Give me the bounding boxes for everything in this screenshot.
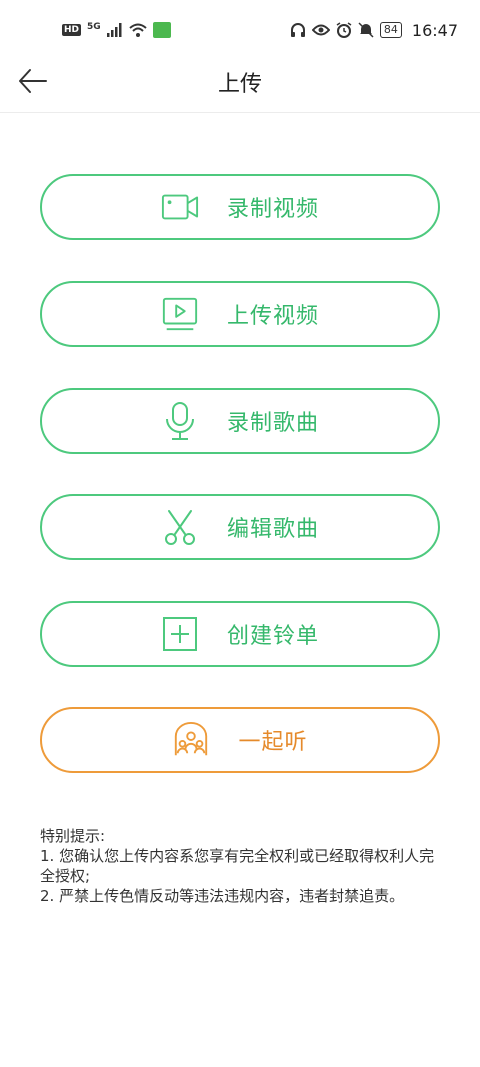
upload-notice: 特别提示: 1. 您确认您上传内容系您享有完全权利或已经取得权利人完全授权; 2…: [40, 826, 440, 906]
edit-song-label: 编辑歌曲: [226, 517, 319, 542]
hd-badge: HD: [62, 24, 82, 36]
edit-song-button[interactable]: 编辑歌曲: [40, 494, 440, 560]
headphones-icon: [290, 23, 305, 37]
page-title: 上传: [217, 72, 262, 97]
listen-together-icon: [172, 721, 210, 759]
alarm-icon: [336, 22, 352, 38]
create-ringtone-list-label: 创建铃单: [226, 624, 319, 649]
play-screen-icon: [161, 295, 199, 333]
record-song-button[interactable]: 录制歌曲: [40, 388, 440, 454]
add-box-icon: [161, 615, 199, 653]
record-video-button[interactable]: 录制视频: [40, 174, 440, 240]
notice-line-1: 1. 您确认您上传内容系您享有完全权利或已经取得权利人完全授权;: [40, 847, 435, 885]
record-video-label: 录制视频: [226, 197, 319, 222]
top-nav-bar: 上传: [0, 60, 480, 113]
signal-icon: [106, 23, 122, 37]
notice-line-2: 2. 严禁上传色情反动等违法违规内容，违者封禁追责。: [40, 887, 405, 905]
status-bar: HD 5G 84 16:47: [0, 0, 480, 60]
battery-indicator: 84: [379, 22, 402, 38]
wifi-icon: [129, 23, 147, 37]
network-label: 5G: [87, 21, 101, 32]
clock: 16:47: [411, 20, 458, 40]
scissors-icon: [161, 508, 199, 546]
microphone-icon: [161, 402, 199, 440]
create-ringtone-list-button[interactable]: 创建铃单: [40, 601, 440, 667]
notice-title: 特别提示:: [40, 827, 106, 845]
listen-together-button[interactable]: 一起听: [40, 707, 440, 773]
record-song-label: 录制歌曲: [226, 411, 319, 436]
app-notification-icon: [152, 22, 171, 38]
eye-icon: [311, 24, 330, 36]
listen-together-label: 一起听: [238, 730, 308, 755]
upload-video-button[interactable]: 上传视频: [40, 281, 440, 347]
video-camera-icon: [161, 188, 199, 226]
mute-icon: [358, 22, 374, 38]
upload-video-label: 上传视频: [226, 304, 319, 329]
